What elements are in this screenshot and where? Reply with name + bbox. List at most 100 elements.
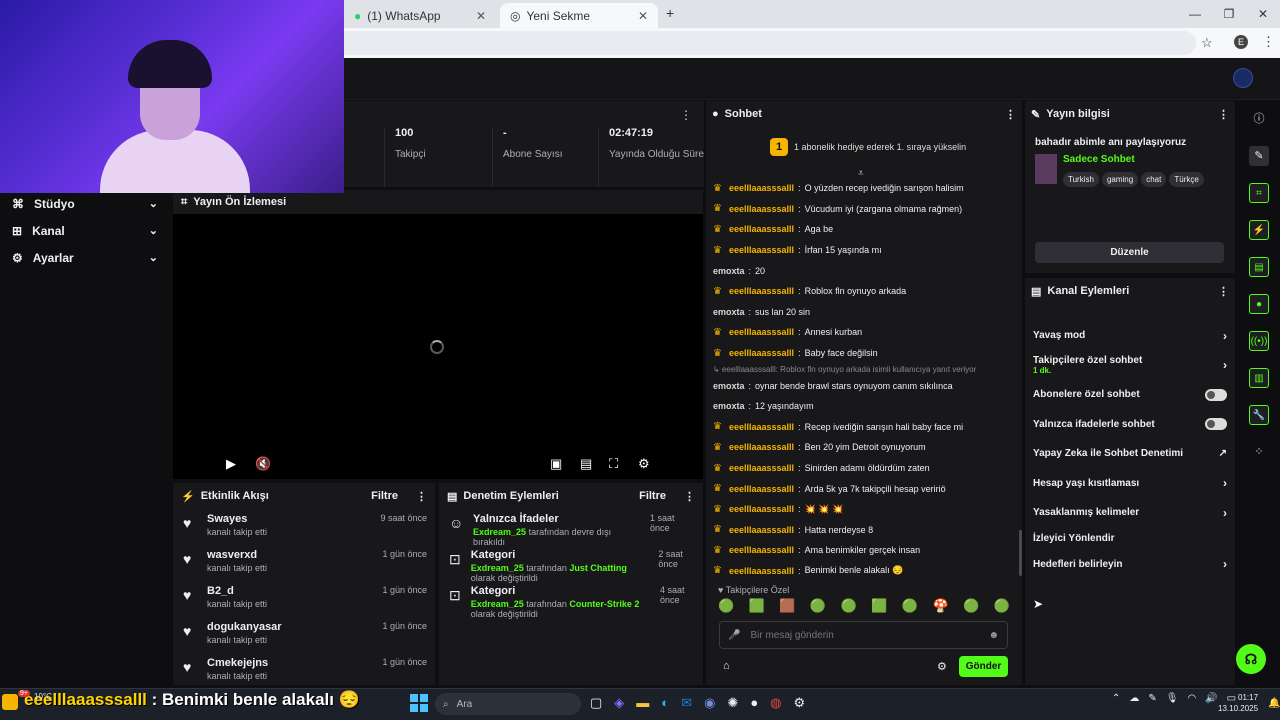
pip-icon[interactable]: ▣ bbox=[550, 456, 562, 472]
activity-user[interactable]: Cmekejejns bbox=[207, 657, 268, 669]
more-options-icon[interactable]: ⋮ bbox=[684, 490, 695, 503]
chat-username[interactable]: eeelllaaasssalll bbox=[729, 463, 794, 473]
chat-username[interactable]: eeelllaaasssalll bbox=[729, 204, 794, 214]
more-options-icon[interactable]: ⋮ bbox=[416, 490, 427, 503]
send-button[interactable]: Gönder bbox=[959, 656, 1008, 677]
weather-temp[interactable]: 10°C bbox=[34, 692, 52, 701]
emote-button[interactable]: 🟢 bbox=[902, 598, 918, 614]
settings-icon[interactable]: ⚙ bbox=[638, 456, 650, 472]
windows-start-icon[interactable] bbox=[410, 694, 428, 712]
emote-button[interactable]: 🟢 bbox=[994, 598, 1010, 614]
emote-button[interactable]: 🟫 bbox=[779, 598, 795, 614]
emote-button[interactable]: 🍄 bbox=[932, 598, 948, 614]
chat-username[interactable]: emoxta bbox=[713, 401, 745, 411]
preview-icon[interactable]: ⌗ bbox=[1249, 183, 1269, 203]
maximize-button[interactable]: ❐ bbox=[1212, 0, 1246, 28]
bookmark-star-icon[interactable]: ☆ bbox=[1201, 35, 1213, 51]
cloud-icon[interactable]: ☁ bbox=[1129, 693, 1139, 704]
action-slow-mode[interactable]: Yavaş mod › bbox=[1025, 321, 1235, 351]
emotes-only-toggle[interactable] bbox=[1205, 418, 1227, 431]
close-window-button[interactable]: ✕ bbox=[1246, 0, 1280, 28]
activity-user[interactable]: wasverxd bbox=[207, 549, 267, 561]
activity-user[interactable]: dogukanyasar bbox=[207, 621, 282, 633]
play-icon[interactable]: ▶ bbox=[226, 456, 236, 472]
chat-username[interactable]: eeelllaaasssalll bbox=[729, 422, 794, 432]
chat-username[interactable]: eeelllaaasssalll bbox=[729, 348, 794, 358]
chat-scrollbar[interactable] bbox=[1019, 530, 1022, 576]
chat-username[interactable]: eeelllaaasssalll bbox=[729, 442, 794, 452]
tag[interactable]: gaming bbox=[1101, 172, 1139, 187]
volume-icon[interactable]: 🔊 bbox=[1205, 693, 1217, 704]
apps-icon[interactable]: ⁘ bbox=[1249, 442, 1269, 462]
task-view-icon[interactable]: ▢ bbox=[590, 695, 602, 711]
nav-settings[interactable]: ⚙ Ayarlar ⌄ bbox=[0, 244, 170, 271]
chat-username[interactable]: eeelllaaasssalll bbox=[729, 183, 794, 193]
chat-settings-icon[interactable]: ⚙ bbox=[937, 660, 947, 673]
chrome-icon[interactable]: ◍ bbox=[770, 695, 781, 711]
more-options-icon[interactable]: ⋮ bbox=[1005, 108, 1016, 121]
more-options-icon[interactable]: ⋮ bbox=[1218, 108, 1229, 121]
pen-icon[interactable]: ✎ bbox=[1148, 693, 1156, 704]
moderator-name[interactable]: Exdream_25 bbox=[471, 563, 524, 573]
file-explorer-icon[interactable]: ▬ bbox=[636, 695, 649, 711]
info-icon[interactable]: ⓘ bbox=[1249, 109, 1269, 129]
tab-whatsapp[interactable]: ● (1) WhatsApp ✕ bbox=[344, 3, 496, 28]
outlook-icon[interactable]: ✉ bbox=[681, 695, 692, 711]
document-icon[interactable]: ▤ bbox=[1249, 257, 1269, 277]
tag[interactable]: Turkish bbox=[1063, 172, 1099, 187]
chat-username[interactable]: eeelllaaasssalll bbox=[729, 245, 794, 255]
action-banned-words[interactable]: Yasaklanmış kelimeler › bbox=[1025, 498, 1235, 528]
system-clock[interactable]: 01:17 13.10.2025 bbox=[1218, 692, 1258, 714]
more-options-icon[interactable]: ⋮ bbox=[1218, 285, 1229, 298]
edit-icon[interactable]: ✎ bbox=[1249, 146, 1269, 166]
layout-icon[interactable]: ▥ bbox=[1249, 368, 1269, 388]
nav-channel[interactable]: ⊞ Kanal ⌄ bbox=[0, 217, 170, 244]
action-raid[interactable]: İzleyici Yönlendir bbox=[1025, 528, 1235, 550]
gift-leaderboard-banner[interactable]: 1 1 abonelik hediye ederek 1. sıraya yüks… bbox=[770, 138, 966, 156]
more-options-icon[interactable]: ⋮ bbox=[680, 108, 692, 122]
chat-username[interactable]: eeelllaaasssalll bbox=[729, 525, 794, 535]
chat-username[interactable]: eeelllaaasssalll bbox=[729, 327, 794, 337]
emote-button[interactable]: 🟢 bbox=[718, 598, 734, 614]
fullscreen-icon[interactable]: ⛶ bbox=[609, 456, 618, 472]
gear-app-icon[interactable]: ⚙ bbox=[794, 695, 806, 711]
broadcast-icon[interactable]: ((•)) bbox=[1249, 331, 1269, 351]
filter-button[interactable]: Filtre bbox=[371, 490, 398, 502]
bolt-icon[interactable]: ⚡ bbox=[1249, 220, 1269, 240]
filter-button[interactable]: Filtre bbox=[639, 490, 666, 502]
user-avatar[interactable] bbox=[1233, 68, 1253, 88]
store-icon[interactable]: ⌂ bbox=[723, 660, 730, 672]
emote-button[interactable]: 🟢 bbox=[841, 598, 857, 614]
edge-icon[interactable]: ◐ bbox=[661, 695, 669, 711]
chevron-up-icon[interactable]: ⌃ bbox=[1112, 693, 1120, 704]
profile-avatar[interactable]: E bbox=[1234, 35, 1248, 49]
copilot-icon[interactable]: ◈ bbox=[614, 695, 624, 711]
activity-user[interactable]: B2_d bbox=[207, 585, 267, 597]
mute-icon[interactable]: 🔇 bbox=[255, 456, 271, 472]
emoji-picker-icon[interactable]: ☻ bbox=[988, 630, 999, 641]
notification-bell-icon[interactable]: 🔔 bbox=[1268, 698, 1280, 709]
chat-icon[interactable]: ● bbox=[1249, 294, 1269, 314]
wifi-icon[interactable]: ◠ bbox=[1187, 693, 1196, 704]
action-goals[interactable]: Hedefleri belirleyin › bbox=[1025, 550, 1235, 580]
wrench-icon[interactable]: 🔧 bbox=[1249, 405, 1269, 425]
chat-username[interactable]: emoxta bbox=[713, 307, 745, 317]
chat-username[interactable]: eeelllaaasssalll bbox=[729, 484, 794, 494]
github-icon[interactable]: ● bbox=[750, 695, 758, 711]
theater-icon[interactable]: ▤ bbox=[580, 456, 592, 472]
subscribers-only-toggle[interactable] bbox=[1205, 388, 1227, 401]
category-thumbnail[interactable] bbox=[1035, 154, 1057, 184]
chat-username[interactable]: eeelllaaasssalll bbox=[729, 224, 794, 234]
emote-button[interactable]: 🟢 bbox=[963, 598, 979, 614]
edit-button[interactable]: Düzenle bbox=[1035, 242, 1224, 263]
tab-new[interactable]: ◎ Yeni Sekme ✕ bbox=[500, 3, 658, 28]
microphone-icon[interactable]: 🎙 bbox=[1166, 693, 1179, 704]
chat-username[interactable]: eeelllaaasssalll bbox=[729, 504, 794, 514]
category-name[interactable]: Sadece Sohbet bbox=[1063, 154, 1207, 165]
chat-username[interactable]: eeelllaaasssalll bbox=[729, 545, 794, 555]
moderator-name[interactable]: Exdream_25 bbox=[473, 527, 526, 537]
emote-button[interactable]: 🟩 bbox=[871, 598, 887, 614]
chat-username[interactable]: eeelllaaasssalll bbox=[729, 566, 794, 576]
help-button[interactable]: ☊ bbox=[1236, 644, 1266, 674]
chat-username[interactable]: emoxta bbox=[713, 381, 745, 391]
